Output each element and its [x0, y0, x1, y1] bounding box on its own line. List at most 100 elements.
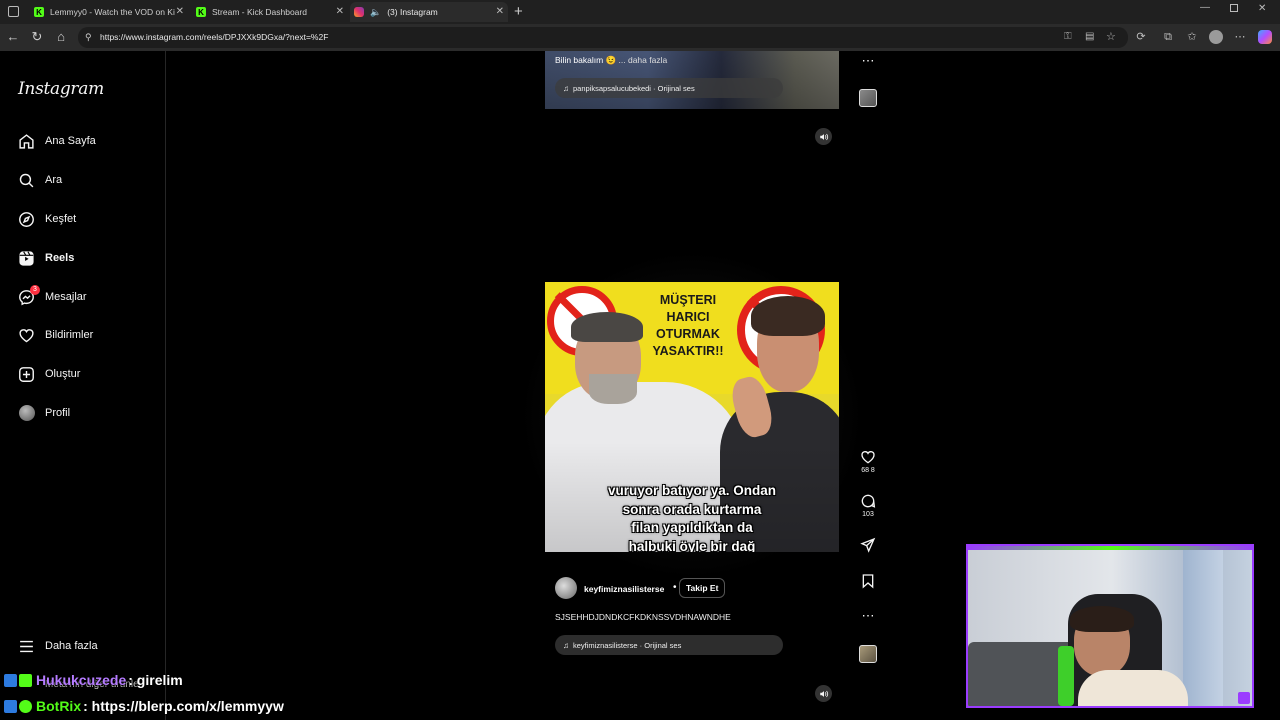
sidebar-item-notifications[interactable]: Bildirimler: [18, 324, 93, 346]
speaker-icon[interactable]: [815, 685, 832, 702]
sidebar-item-label: Bildirimler: [45, 329, 94, 341]
music-note-icon: ♫: [563, 640, 569, 650]
tab-kick-vod[interactable]: K Lemmyy0 - Watch the VOD on Ki ✕: [28, 2, 188, 22]
send-icon: [860, 537, 876, 553]
chat-message: Hukukcuzede : girelim: [4, 670, 183, 690]
save-button[interactable]: [858, 573, 878, 591]
browser-tab-bar: K Lemmyy0 - Watch the VOD on Ki ✕ K Stre…: [0, 0, 1280, 24]
read-mode-icon[interactable]: ▤: [1085, 31, 1094, 42]
close-icon[interactable]: ✕: [496, 6, 504, 17]
verified-icon: [19, 699, 32, 713]
tab-title: Lemmyy0 - Watch the VOD on Ki: [50, 7, 175, 17]
streamer-body: [1078, 670, 1188, 706]
sidebar-item-label: Mesajlar: [45, 291, 87, 303]
tab-title: Stream - Kick Dashboard: [212, 7, 307, 17]
sidebar-item-search[interactable]: Ara: [18, 169, 62, 191]
instagram-sidebar: Instagram Ana Sayfa Ara Keşfet Reels 3 M…: [0, 51, 166, 720]
more-link[interactable]: ... daha fazla: [619, 55, 668, 65]
stream-chat-overlay: Hukukcuzede : girelim BotRix : https://b…: [0, 668, 600, 720]
favorites-icon[interactable]: ✩: [1186, 31, 1198, 43]
more-menu-icon[interactable]: ⋯: [1234, 31, 1246, 43]
music-note-icon: ♫: [563, 83, 569, 93]
profile-avatar[interactable]: [1209, 30, 1223, 44]
tab-title: (3) Instagram: [387, 7, 438, 17]
comment-button[interactable]: 103: [858, 493, 878, 518]
badge-icon: [19, 673, 32, 687]
sidebar-item-label: Ana Sayfa: [45, 135, 96, 147]
sidebar-item-label: Ara: [45, 174, 63, 186]
tab-kick-dashboard[interactable]: K Stream - Kick Dashboard ✕: [190, 2, 348, 22]
author-username[interactable]: keyfimiznasilisterse: [584, 584, 664, 594]
audio-thumbnail[interactable]: [859, 645, 877, 663]
browser-toolbar: ← ↻ ⌂ ⚲ https://www.instagram.com/reels/…: [0, 24, 1280, 51]
bookmark-icon: [862, 574, 874, 589]
instagram-logo[interactable]: Instagram: [18, 79, 104, 99]
sidebar-item-profile[interactable]: Profil: [18, 402, 70, 424]
badge-icon: [4, 699, 17, 713]
url-text: https://www.instagram.com/reels/DPJXXk9D…: [100, 32, 329, 42]
more-options-icon[interactable]: ⋯: [858, 53, 878, 69]
sidebar-item-messages[interactable]: 3 Mesajlar: [18, 284, 87, 308]
kick-icon: K: [196, 7, 206, 17]
more-options-icon[interactable]: ⋯: [858, 608, 878, 624]
reel-caption: Bilin bakalım 😉 ... daha fazla: [555, 55, 668, 65]
close-window-button[interactable]: ✕: [1258, 3, 1266, 14]
chat-username: Hukukcuzede: [36, 672, 127, 688]
key-icon[interactable]: ⚿: [1064, 31, 1072, 42]
like-button[interactable]: 68 8: [858, 449, 878, 474]
sidebar-item-home[interactable]: Ana Sayfa: [18, 130, 96, 152]
site-info-icon[interactable]: ⚲: [85, 32, 92, 43]
messenger-icon: 3: [18, 284, 40, 306]
plus-square-icon: [18, 366, 35, 383]
new-tab-button[interactable]: +: [514, 3, 523, 20]
like-count: 68 8: [861, 467, 875, 474]
notification-badge: 3: [30, 284, 40, 295]
speaker-icon[interactable]: 🔈: [370, 7, 381, 18]
sidebar-item-create[interactable]: Oluştur: [18, 363, 80, 385]
tab-actions-icon[interactable]: [8, 6, 19, 17]
chat-username: BotRix: [36, 698, 82, 714]
sidebar-item-reels[interactable]: Reels: [18, 247, 74, 269]
copilot-icon[interactable]: [1258, 30, 1272, 44]
kick-logo-icon: [1238, 692, 1250, 704]
audio-pill[interactable]: ♫ keyfimiznasilisterse · Orijinal ses: [555, 635, 783, 655]
avatar: [18, 405, 35, 422]
badge-icon: [4, 673, 17, 687]
comment-icon: [861, 494, 876, 508]
sidebar-item-label: Daha fazla: [45, 640, 98, 652]
heart-icon: [18, 327, 35, 344]
sidebar-item-label: Oluştur: [45, 368, 81, 380]
sidebar-item-label: Profil: [45, 407, 71, 419]
window-curtain: [1183, 546, 1223, 706]
home-icon[interactable]: ⌂: [54, 30, 68, 44]
reel-video[interactable]: MÜŞTERI HARICI OTURMAK YASAKTIR!! vuruyo…: [545, 282, 839, 552]
maximize-button[interactable]: [1230, 4, 1238, 12]
follow-button[interactable]: Takip Et: [679, 578, 726, 598]
compass-icon: [18, 211, 35, 228]
close-icon[interactable]: ✕: [336, 6, 344, 17]
address-bar[interactable]: ⚲ https://www.instagram.com/reels/DPJXXk…: [78, 27, 1128, 48]
comment-count: 103: [862, 511, 874, 518]
sidebar-item-more[interactable]: Daha fazla: [18, 635, 98, 657]
back-icon[interactable]: ←: [6, 30, 20, 44]
audio-pill[interactable]: ♫ panpiksapsalucubekedi · Orijinal ses: [555, 78, 783, 98]
tab-instagram[interactable]: 🔈 (3) Instagram ✕: [350, 2, 508, 22]
search-icon: [18, 172, 35, 189]
share-button[interactable]: [858, 537, 878, 555]
favorite-star-icon[interactable]: ☆: [1106, 30, 1116, 43]
sign-text: MÜŞTERI HARICI OTURMAK YASAKTIR!!: [652, 293, 724, 358]
speaker-icon[interactable]: [815, 128, 832, 145]
sidebar-item-explore[interactable]: Keşfet: [18, 208, 76, 230]
chat-message: BotRix : https://blerp.com/x/lemmyyw: [4, 696, 284, 716]
audio-thumbnail[interactable]: [859, 89, 877, 107]
kick-icon: K: [34, 7, 44, 17]
refresh-icon[interactable]: ↻: [30, 30, 44, 44]
instagram-icon: [354, 7, 364, 17]
author-avatar[interactable]: [555, 577, 577, 599]
chat-text: : girelim: [128, 672, 183, 688]
close-icon[interactable]: ✕: [176, 6, 184, 17]
extensions-icon[interactable]: ⟳: [1135, 31, 1147, 43]
split-screen-icon[interactable]: ⧉: [1162, 31, 1174, 43]
minimize-button[interactable]: —: [1200, 2, 1210, 13]
chat-text: : https://blerp.com/x/lemmyyw: [83, 698, 284, 714]
